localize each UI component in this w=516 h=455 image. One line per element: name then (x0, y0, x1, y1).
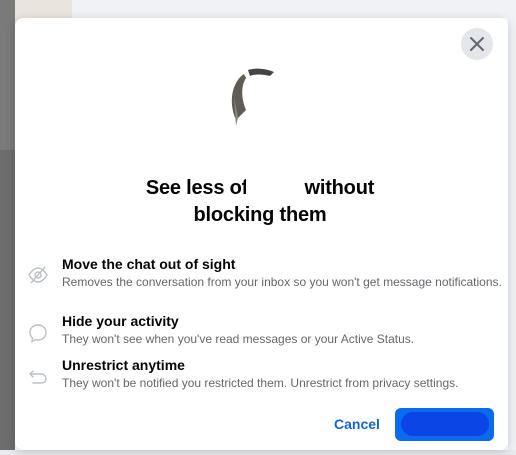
item-title: Hide your activity (62, 313, 179, 329)
undo-arrow-icon (29, 370, 47, 384)
close-button[interactable] (461, 28, 493, 60)
background-page-right (508, 0, 516, 455)
close-icon (470, 37, 484, 51)
avatar (224, 66, 296, 138)
item-description: Removes the conversation from your inbox… (62, 275, 502, 289)
item-title: Move the chat out of sight (62, 256, 236, 272)
dialog-title-suffix: without (299, 177, 375, 199)
background-page-bottom (0, 450, 516, 455)
chat-bubble-icon (29, 324, 47, 343)
redacted-button-label (401, 412, 489, 436)
item-title: Unrestrict anytime (62, 357, 185, 373)
background-page-left-lower (0, 150, 15, 455)
background-page-top (72, 0, 516, 18)
dialog-title-line2: blocking them (193, 204, 327, 226)
item-description: They won't see when you've read messages… (62, 332, 415, 346)
dialog-title-prefix: See less of (145, 177, 249, 199)
confirm-button[interactable] (395, 408, 494, 441)
cancel-button[interactable]: Cancel (328, 412, 386, 436)
dialog-title: See less of without blocking them (95, 175, 425, 229)
restrict-dialog: See less of without blocking them Move t… (15, 18, 508, 450)
eye-slash-icon (28, 266, 48, 284)
item-description: They won't be notified you restricted th… (62, 376, 459, 390)
redacted-name (246, 177, 302, 200)
